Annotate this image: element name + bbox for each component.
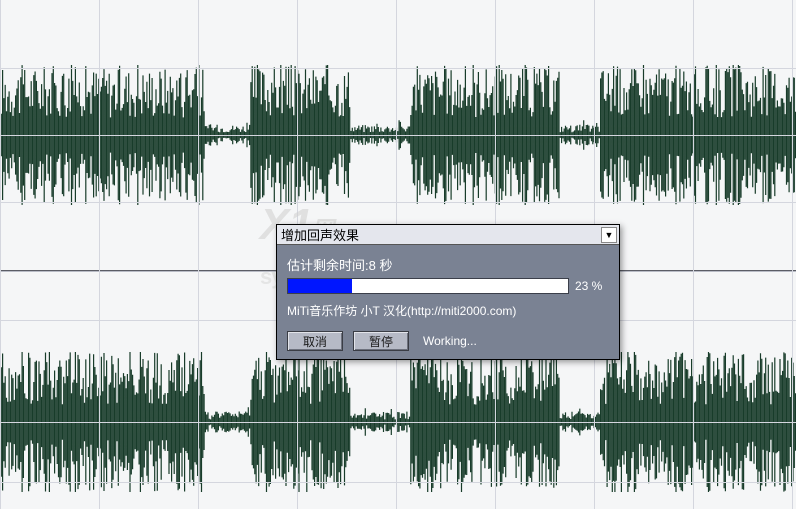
pause-button[interactable]: 暂停 xyxy=(353,331,409,351)
dialog-titlebar[interactable]: 增加回声效果 ▼ xyxy=(277,225,619,245)
progress-fill xyxy=(288,279,352,293)
cancel-button[interactable]: 取消 xyxy=(287,331,343,351)
status-text: Working... xyxy=(423,334,477,348)
dropdown-icon[interactable]: ▼ xyxy=(601,227,617,243)
credit-text: MiTi音乐作坊 小T 汉化(http://miti2000.com) xyxy=(287,302,609,319)
progress-bar xyxy=(287,278,569,294)
progress-percent: 23 % xyxy=(575,279,609,293)
progress-dialog: 增加回声效果 ▼ 估计剩余时间:8 秒 23 % MiTi音乐作坊 小T 汉化(… xyxy=(276,224,620,360)
time-remaining-label: 估计剩余时间:8 秒 xyxy=(287,255,609,274)
dialog-title: 增加回声效果 xyxy=(281,225,601,244)
